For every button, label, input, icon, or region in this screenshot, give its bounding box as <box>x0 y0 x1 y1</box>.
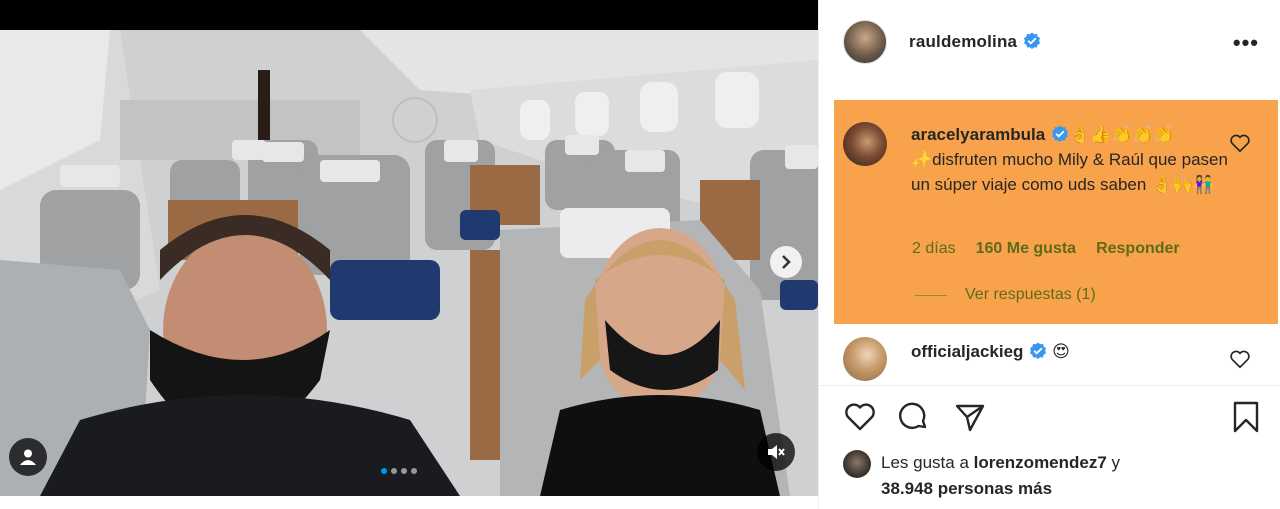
like-comment-heart-icon[interactable] <box>1229 132 1251 154</box>
carousel-dot <box>401 468 407 474</box>
likes-line-1: Les gusta a lorenzomendez7 y <box>881 453 1121 472</box>
liker-avatar[interactable] <box>843 450 871 478</box>
post-sidebar: rauldemolina ••• aracelyarambula 👌👍👏👏👏 ✨… <box>818 0 1280 509</box>
carousel-next-button[interactable] <box>770 246 802 278</box>
commenter-avatar[interactable] <box>843 337 887 381</box>
carousel-dots <box>381 468 417 474</box>
comment-time[interactable]: 2 días <box>912 240 956 258</box>
muted-speaker-icon <box>768 445 785 459</box>
save-bookmark-icon[interactable] <box>1229 400 1263 434</box>
author-avatar[interactable] <box>843 20 887 64</box>
view-replies-button[interactable]: Ver respuestas (1) <box>915 286 1096 304</box>
likes-others-count[interactable]: 38.948 personas más <box>881 476 1263 502</box>
view-replies-label: Ver respuestas (1) <box>965 286 1096 303</box>
liker-username[interactable]: lorenzomendez7 <box>974 453 1107 472</box>
like-comment-heart-icon[interactable] <box>1229 348 1251 370</box>
post-photo[interactable] <box>0 30 818 496</box>
comment-emoji-suffix: 👌👍👏👏👏 <box>1069 125 1176 144</box>
verified-badge-icon <box>1024 32 1041 49</box>
verified-badge-icon <box>1052 125 1069 142</box>
comment-item: officialjackieg 😍 <box>843 337 1231 381</box>
carousel-dot <box>391 468 397 474</box>
comment-body: aracelyarambula 👌👍👏👏👏 ✨disfruten mucho M… <box>911 122 1231 197</box>
media-top-letterbox <box>0 0 818 30</box>
tagged-users-button[interactable] <box>9 438 47 476</box>
chevron-right-icon <box>782 255 791 269</box>
post-media[interactable] <box>0 0 818 509</box>
mute-toggle-button[interactable] <box>757 433 795 471</box>
comment-text: ✨disfruten mucho Mily & Raúl que pasen u… <box>911 150 1228 194</box>
commenter-username[interactable]: aracelyarambula <box>911 125 1045 144</box>
media-bottom-strip <box>0 496 818 509</box>
commenter-avatar[interactable] <box>843 122 887 166</box>
post-header: rauldemolina ••• <box>819 0 1280 84</box>
author-username[interactable]: rauldemolina <box>909 32 1041 52</box>
more-options-button[interactable]: ••• <box>1233 30 1259 56</box>
commenter-username[interactable]: officialjackieg <box>911 342 1023 361</box>
comment-meta: 2 días 160 Me gusta Responder <box>912 240 1180 258</box>
person-icon <box>20 449 36 465</box>
like-heart-icon[interactable] <box>843 400 877 434</box>
post-actions <box>843 400 1263 436</box>
comment-body: officialjackieg 😍 <box>911 337 1231 381</box>
reply-button[interactable]: Responder <box>1096 240 1180 258</box>
airplane-cabin-photo <box>0 30 818 496</box>
comment-likes[interactable]: 160 Me gusta <box>976 240 1076 258</box>
post-viewer: rauldemolina ••• aracelyarambula 👌👍👏👏👏 ✨… <box>0 0 1280 509</box>
likes-summary: Les gusta a lorenzomendez7 y 38.948 pers… <box>843 450 1263 502</box>
carousel-dot <box>411 468 417 474</box>
share-paper-plane-icon[interactable] <box>953 400 987 434</box>
comment-text: 😍 <box>1052 342 1070 361</box>
verified-badge-icon <box>1030 342 1047 359</box>
comment-item: aracelyarambula 👌👍👏👏👏 ✨disfruten mucho M… <box>843 122 1231 197</box>
replies-divider-line <box>915 294 947 296</box>
comment-bubble-icon[interactable] <box>897 400 931 434</box>
carousel-dot <box>381 468 387 474</box>
actions-divider <box>819 385 1280 386</box>
